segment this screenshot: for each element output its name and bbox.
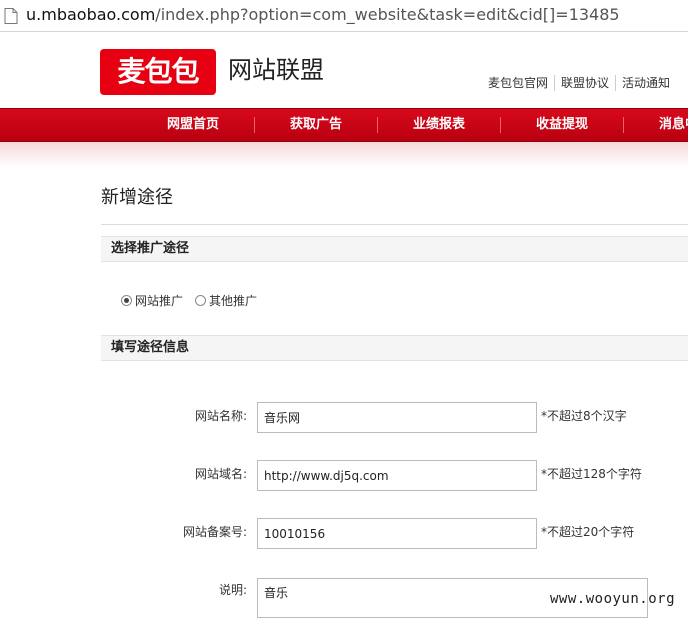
nav-item-reports[interactable]: 业绩报表	[378, 109, 500, 141]
site-domain-label: 网站域名:	[194, 467, 247, 481]
description-label: 说明:	[218, 583, 247, 597]
site-header: 麦包包 网站联盟 麦包包官网 联盟协议 活动通知	[0, 32, 688, 108]
icp-number-label: 网站备案号:	[182, 525, 247, 539]
title-divider	[101, 224, 688, 225]
radio-website-label[interactable]: 网站推广	[135, 293, 183, 309]
site-domain-hint: *不超过128个字符	[541, 467, 642, 481]
site-domain-input[interactable]	[257, 460, 537, 491]
site-name: 网站联盟	[228, 56, 324, 84]
channel-radio-group: 网站推广 其他推广	[121, 290, 269, 308]
link-official-site[interactable]: 麦包包官网	[488, 75, 554, 91]
url-path: /index.php?option=com_website&task=edit&…	[155, 5, 620, 24]
icp-number-input[interactable]	[257, 518, 537, 549]
site-name-hint: *不超过8个汉字	[541, 409, 627, 423]
icp-number-hint: *不超过20个字符	[541, 525, 635, 539]
site-name-label: 网站名称:	[194, 409, 247, 423]
nav-item-get-ads[interactable]: 获取广告	[255, 109, 377, 141]
url-text[interactable]: u.mbaobao.com/index.php?option=com_websi…	[26, 5, 620, 25]
nav-item-withdraw[interactable]: 收益提现	[501, 109, 623, 141]
top-links: 麦包包官网 联盟协议 活动通知	[488, 72, 676, 91]
logo[interactable]: 麦包包	[100, 49, 216, 95]
url-domain: u.mbaobao.com	[26, 5, 156, 24]
link-agreement[interactable]: 联盟协议	[554, 75, 615, 91]
site-name-input[interactable]	[257, 402, 537, 433]
nav-item-home[interactable]: 网盟首页	[132, 109, 254, 141]
link-notice[interactable]: 活动通知	[615, 75, 676, 91]
watermark: www.wooyun.org	[550, 591, 676, 607]
page-icon	[4, 8, 18, 24]
address-bar[interactable]: u.mbaobao.com/index.php?option=com_websi…	[0, 0, 688, 32]
section-info-title: 填写途径信息	[111, 340, 190, 355]
main-nav: 网盟首页 获取广告 业绩报表 收益提现 消息中心	[0, 108, 688, 142]
radio-website[interactable]	[121, 295, 132, 306]
section-info-header: 填写途径信息	[101, 335, 688, 361]
radio-other-label[interactable]: 其他推广	[209, 293, 257, 309]
page-title: 新增途径	[101, 187, 173, 208]
radio-other[interactable]	[195, 295, 207, 306]
sub-nav-band	[0, 142, 688, 168]
section-channel-title: 选择推广途径	[111, 241, 190, 256]
nav-item-messages[interactable]: 消息中心	[624, 109, 688, 141]
section-channel-header: 选择推广途径	[101, 236, 688, 262]
